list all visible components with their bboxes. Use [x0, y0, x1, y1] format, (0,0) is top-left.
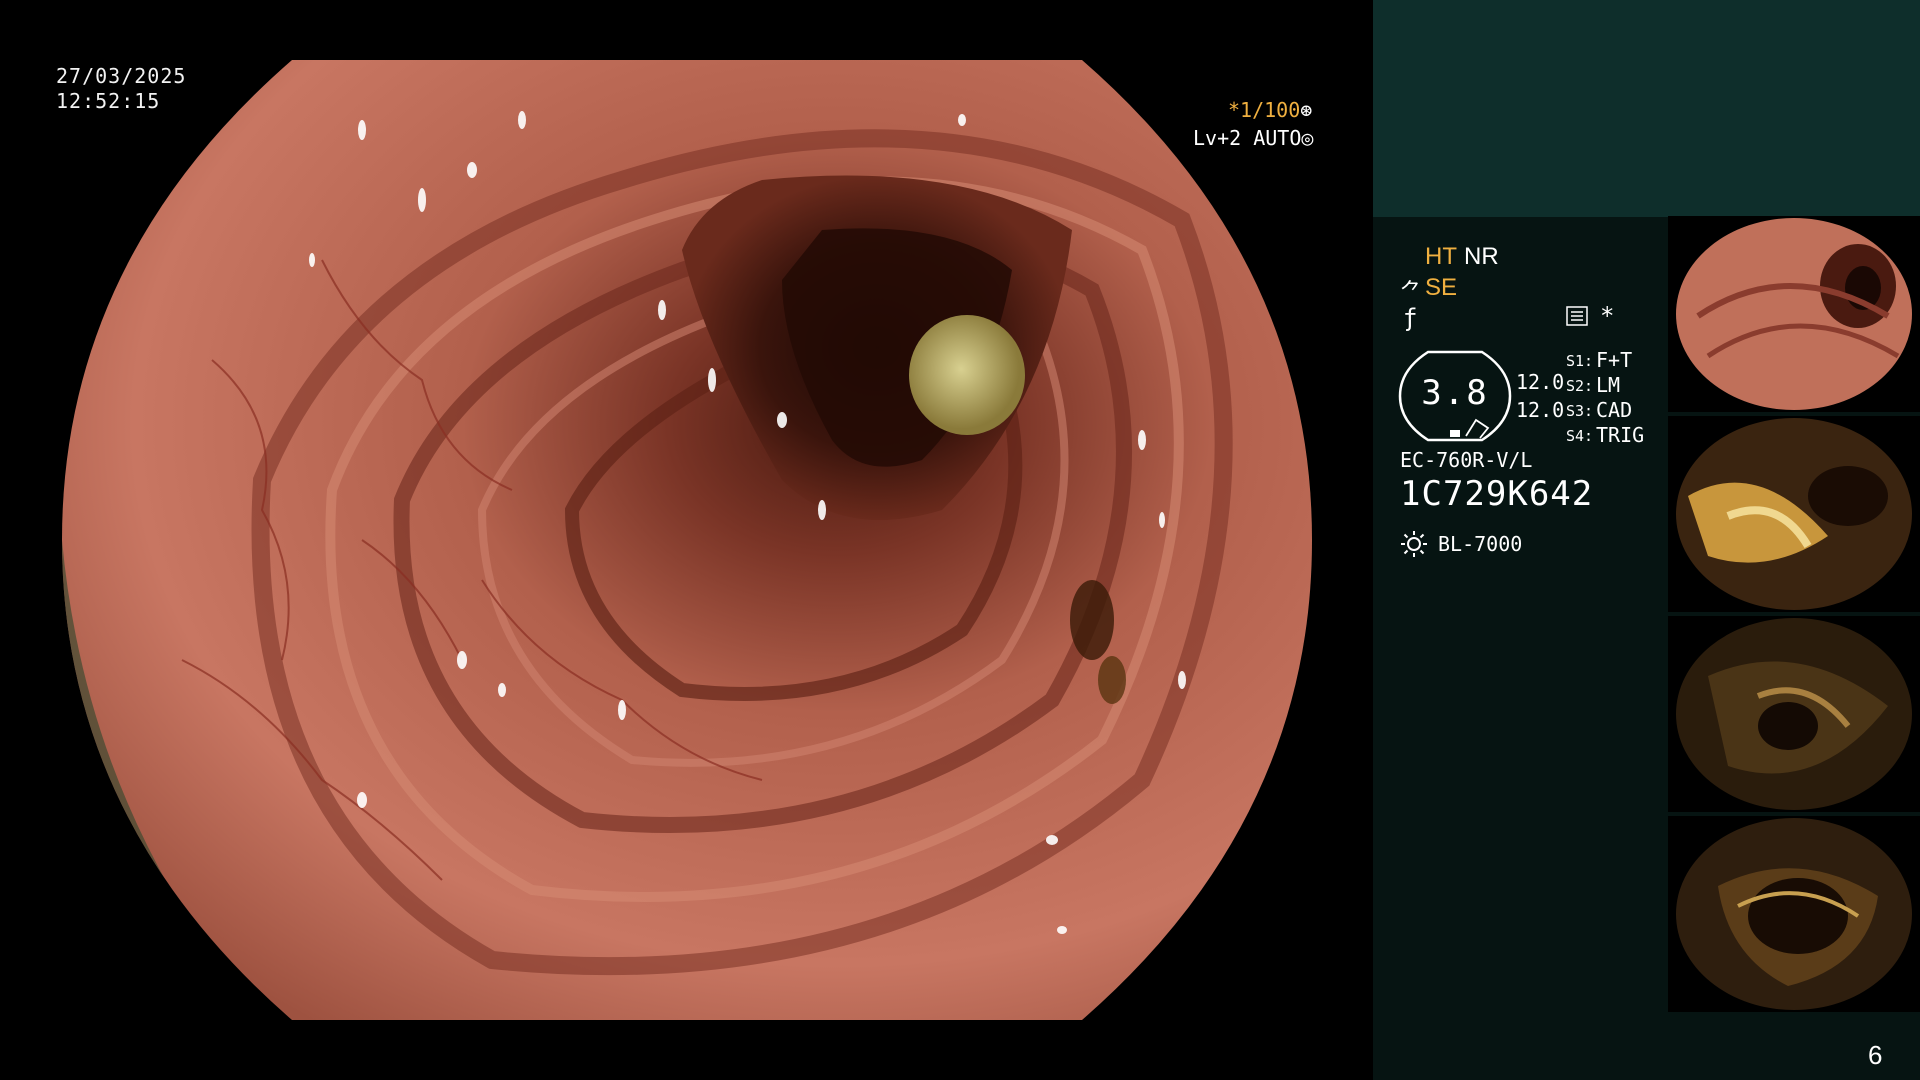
nr-indicator: NR — [1464, 243, 1499, 270]
light-source-text: BL-7000 — [1438, 532, 1523, 556]
thumbnail-image-2 — [1668, 416, 1920, 612]
datetime: 27/03/2025 12:52:15 — [56, 64, 186, 114]
shutter-text: *1/100 — [1228, 98, 1301, 122]
switch-value-2: LM — [1596, 373, 1621, 397]
switch-value-3: CAD — [1596, 398, 1633, 422]
reading-1: 12.0 — [1516, 370, 1565, 394]
light-source-icon — [1401, 531, 1427, 557]
panel-header-area — [1373, 0, 1920, 217]
switch-key-1: S1: — [1566, 352, 1594, 370]
switch-value-1: F+T — [1596, 348, 1633, 372]
scope-model: EC-760R-V/L — [1400, 448, 1533, 472]
shutter-speed: *1/100⊛ — [1228, 98, 1312, 122]
switch-key-2: S2: — [1566, 377, 1594, 395]
reading-2: 12.0 — [1516, 398, 1565, 422]
gauge-value: 3.8 — [1421, 373, 1489, 413]
ht-indicator: HT — [1425, 243, 1457, 270]
auto-icon: ◎ — [1301, 126, 1314, 150]
endoscope-view — [62, 60, 1312, 1020]
menu-icon — [1566, 306, 1588, 326]
time-text: 12:52:15 — [56, 89, 161, 113]
structure-enhance-icon: ⺈ — [1400, 280, 1423, 305]
switch-key-3: S3: — [1566, 402, 1594, 420]
thumbnail-image-4 — [1668, 816, 1920, 1012]
thumbnail-3[interactable] — [1668, 616, 1920, 812]
se-indicator: SE — [1425, 274, 1458, 301]
thumbnail-image-1 — [1668, 216, 1920, 412]
endoscope-image — [62, 60, 1312, 1020]
thumbnail-2[interactable] — [1668, 416, 1920, 612]
exposure-level: Lv+2 AUTO◎ — [1193, 126, 1313, 150]
star-icon: * — [1600, 302, 1615, 330]
date-text: 27/03/2025 — [56, 64, 187, 88]
level-text: Lv+2 AUTO — [1193, 126, 1302, 150]
thumbnail-1[interactable] — [1668, 216, 1920, 412]
page-number: 6 — [1868, 1040, 1883, 1070]
scope-serial: 1C729K642 — [1400, 474, 1594, 514]
thumbnail-4[interactable] — [1668, 816, 1920, 1012]
thumbnail-image-3 — [1668, 616, 1920, 812]
switch-value-4: TRIG — [1596, 423, 1645, 447]
shutter-icon: ⊛ — [1300, 98, 1313, 122]
freeze-icon: ƒ — [1403, 304, 1418, 332]
switch-key-4: S4: — [1566, 427, 1594, 445]
